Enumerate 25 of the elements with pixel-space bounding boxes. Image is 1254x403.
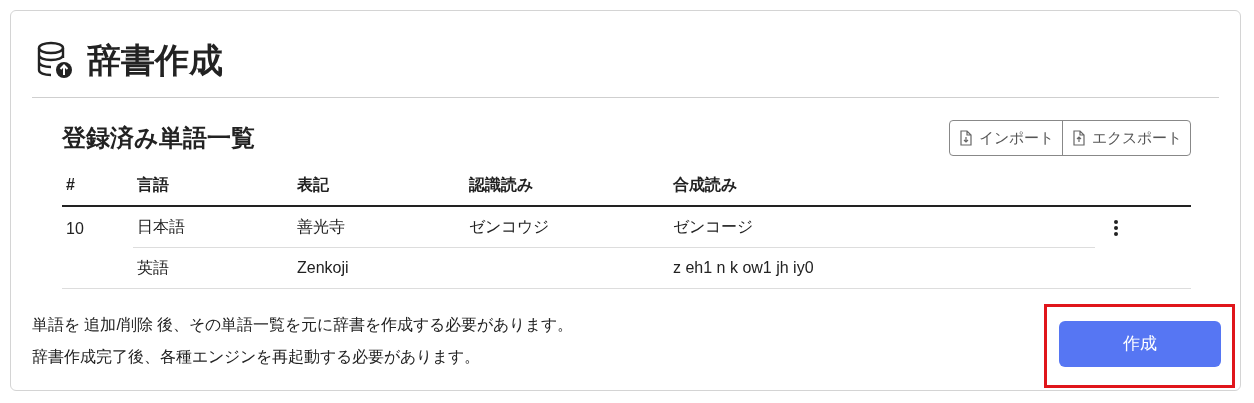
page-title: 辞書作成 [87,39,223,81]
note-text: 辞書作成完了後、各種エンジンを再起動する必要があります。 [32,346,481,367]
column-header: 合成読み [673,175,737,193]
column-header: 表記 [297,175,329,193]
table-cell: ゼンコウジ [469,217,549,235]
database-upload-icon [35,40,75,80]
column-header: 言語 [137,175,169,193]
table-cell: 善光寺 [297,217,345,235]
more-icon [1113,219,1119,237]
import-button[interactable]: インポート [950,121,1062,155]
note-text: 単語を 追加/削除 後、その単語一覧を元に辞書を作成する必要があります。 [32,314,574,335]
table-cell: Zenkoji [297,258,349,276]
table-cell: 10 [66,220,84,237]
section-heading: 登録済み単語一覧 [62,123,255,153]
column-header: # [66,175,75,193]
file-download-icon [958,130,974,146]
table-cell: 日本語 [137,217,185,235]
column-header: 認識読み [469,175,533,193]
file-upload-icon [1071,130,1087,146]
table-cell: z eh1 n k ow1 jh iy0 [673,258,814,276]
export-button[interactable]: エクスポート [1062,121,1190,155]
table-cell: 英語 [137,258,169,276]
table-cell: ゼンコージ [673,217,753,235]
create-button[interactable]: 作成 [1059,320,1221,367]
more-menu-button[interactable] [1113,219,1119,237]
